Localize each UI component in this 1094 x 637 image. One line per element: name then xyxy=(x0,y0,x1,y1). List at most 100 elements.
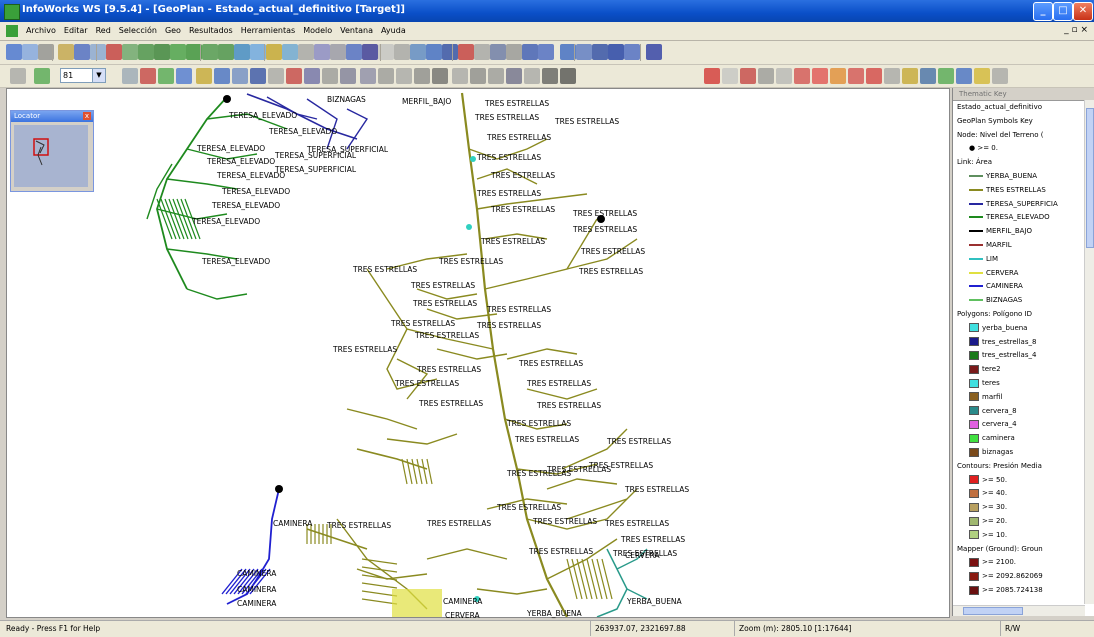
key-row[interactable]: Mapper (Ground): Groun xyxy=(957,544,1043,554)
toolbar-icon[interactable] xyxy=(202,44,218,60)
menu-item-1[interactable]: Editar xyxy=(60,25,92,37)
toolbar-icon[interactable] xyxy=(608,44,624,60)
toolbar-icon[interactable] xyxy=(6,44,22,60)
key-row[interactable]: >= 10. xyxy=(969,530,1007,540)
minimize-button[interactable]: _ xyxy=(1033,2,1053,21)
toolbar-icon[interactable] xyxy=(34,68,50,84)
key-row[interactable]: LIM xyxy=(969,254,998,264)
toolbar-icon[interactable] xyxy=(576,44,592,60)
key-row[interactable]: TRES ESTRELLAS xyxy=(969,185,1046,195)
toolbar-icon[interactable] xyxy=(378,68,394,84)
key-row[interactable]: tere2 xyxy=(969,364,1001,374)
toolbar-icon[interactable] xyxy=(538,44,554,60)
toolbar-icon[interactable] xyxy=(74,44,90,60)
key-row[interactable]: MERFIL_BAJO xyxy=(969,226,1032,236)
key-row[interactable]: cervera_4 xyxy=(969,419,1017,429)
toolbar-icon[interactable] xyxy=(414,68,430,84)
toolbar-icon[interactable] xyxy=(974,68,990,84)
toolbar-icon[interactable] xyxy=(458,44,474,60)
key-row[interactable]: >= 30. xyxy=(969,502,1007,512)
toolbar-icon[interactable] xyxy=(426,44,442,60)
toolbar-icon[interactable] xyxy=(758,68,774,84)
key-row[interactable]: BIZNAGAS xyxy=(969,295,1022,305)
toolbar-icon[interactable] xyxy=(776,68,792,84)
toolbar-icon[interactable] xyxy=(158,68,174,84)
toolbar-icon[interactable] xyxy=(956,68,972,84)
key-vertical-scrollbar[interactable] xyxy=(1084,100,1094,604)
key-row[interactable]: Node: Nivel del Terreno ( xyxy=(957,130,1043,140)
toolbar-icon[interactable] xyxy=(196,68,212,84)
menu-item-3[interactable]: Selección xyxy=(115,25,161,37)
toolbar-icon[interactable] xyxy=(522,44,538,60)
toolbar-icon[interactable] xyxy=(938,68,954,84)
document-icon[interactable] xyxy=(6,25,18,37)
menu-item-7[interactable]: Modelo xyxy=(299,25,336,37)
toolbar-icon[interactable] xyxy=(506,68,522,84)
toolbar-icon[interactable] xyxy=(704,68,720,84)
toolbar-icon[interactable] xyxy=(282,44,298,60)
key-row[interactable]: CAMINERA xyxy=(969,281,1023,291)
toolbar-icon[interactable] xyxy=(22,44,38,60)
toolbar-icon[interactable] xyxy=(848,68,864,84)
key-horizontal-scrollbar[interactable] xyxy=(953,605,1085,616)
key-row[interactable]: caminera xyxy=(969,433,1015,443)
toolbar-icon[interactable] xyxy=(442,44,458,60)
menu-item-0[interactable]: Archivo xyxy=(22,25,60,37)
toolbar-icon[interactable] xyxy=(488,68,504,84)
toolbar-icon[interactable] xyxy=(140,68,156,84)
toolbar-icon[interactable] xyxy=(394,44,410,60)
toolbar-icon[interactable] xyxy=(106,44,122,60)
key-row[interactable]: ● >= 0. xyxy=(969,143,998,153)
toolbar-icon[interactable] xyxy=(474,44,490,60)
geoplan-map[interactable]: BIZNAGAS MERFIL_BAJO TERESA_ELEVADO TERESA_… xyxy=(6,88,950,620)
key-row[interactable]: GeoPlan Symbols Key xyxy=(957,116,1033,126)
toolbar-icon[interactable] xyxy=(330,44,346,60)
toolbar-icon[interactable] xyxy=(234,44,250,60)
toolbar-icon[interactable] xyxy=(920,68,936,84)
key-row[interactable]: cervera_8 xyxy=(969,406,1017,416)
key-row[interactable]: Estado_actual_definitivo xyxy=(957,102,1042,112)
toolbar-icon[interactable] xyxy=(490,44,506,60)
toolbar-icon[interactable] xyxy=(138,44,154,60)
toolbar-icon[interactable] xyxy=(884,68,900,84)
locator-close-button[interactable]: x xyxy=(83,112,91,120)
toolbar-icon[interactable] xyxy=(624,44,640,60)
toolbar-icon[interactable] xyxy=(830,68,846,84)
toolbar-icon[interactable] xyxy=(58,44,74,60)
menu-item-5[interactable]: Resultados xyxy=(185,25,237,37)
key-row[interactable]: CERVERA xyxy=(969,268,1018,278)
menu-item-8[interactable]: Ventana xyxy=(336,25,377,37)
locator-preview[interactable] xyxy=(14,125,88,187)
toolbar-icon[interactable] xyxy=(646,44,662,60)
key-row[interactable]: >= 20. xyxy=(969,516,1007,526)
key-row[interactable]: TERESA_ELEVADO xyxy=(969,212,1050,222)
key-row[interactable]: >= 2092.862069 xyxy=(969,571,1043,581)
menu-item-6[interactable]: Herramientas xyxy=(237,25,300,37)
toolbar-icon[interactable] xyxy=(176,68,192,84)
close-button[interactable]: ✕ xyxy=(1073,2,1093,21)
key-row[interactable]: tres_estrellas_8 xyxy=(969,337,1036,347)
toolbar-icon[interactable] xyxy=(314,44,330,60)
toolbar-icon[interactable] xyxy=(322,68,338,84)
toolbar-icon[interactable] xyxy=(286,68,302,84)
toolbar-icon[interactable] xyxy=(232,68,248,84)
toolbar-icon[interactable] xyxy=(560,68,576,84)
toolbar-icon[interactable] xyxy=(122,44,138,60)
toolbar-icon[interactable] xyxy=(812,68,828,84)
toolbar-icon[interactable] xyxy=(268,68,284,84)
toolbar-icon[interactable] xyxy=(304,68,320,84)
toolbar-icon[interactable] xyxy=(740,68,756,84)
toolbar-icon[interactable] xyxy=(542,68,558,84)
toolbar-icon[interactable] xyxy=(346,44,362,60)
key-row[interactable]: Polygons: Polígono ID xyxy=(957,309,1032,319)
toolbar-icon[interactable] xyxy=(410,44,426,60)
key-row[interactable]: teres xyxy=(969,378,1000,388)
menu-item-4[interactable]: Geo xyxy=(161,25,185,37)
toolbar-icon[interactable] xyxy=(360,68,376,84)
toolbar-icon[interactable] xyxy=(396,68,412,84)
key-row[interactable]: YERBA_BUENA xyxy=(969,171,1037,181)
toolbar-icon[interactable] xyxy=(992,68,1008,84)
toolbar-icon[interactable] xyxy=(122,68,138,84)
toolbar-icon[interactable] xyxy=(452,68,468,84)
chevron-down-icon[interactable]: ▼ xyxy=(92,69,105,82)
